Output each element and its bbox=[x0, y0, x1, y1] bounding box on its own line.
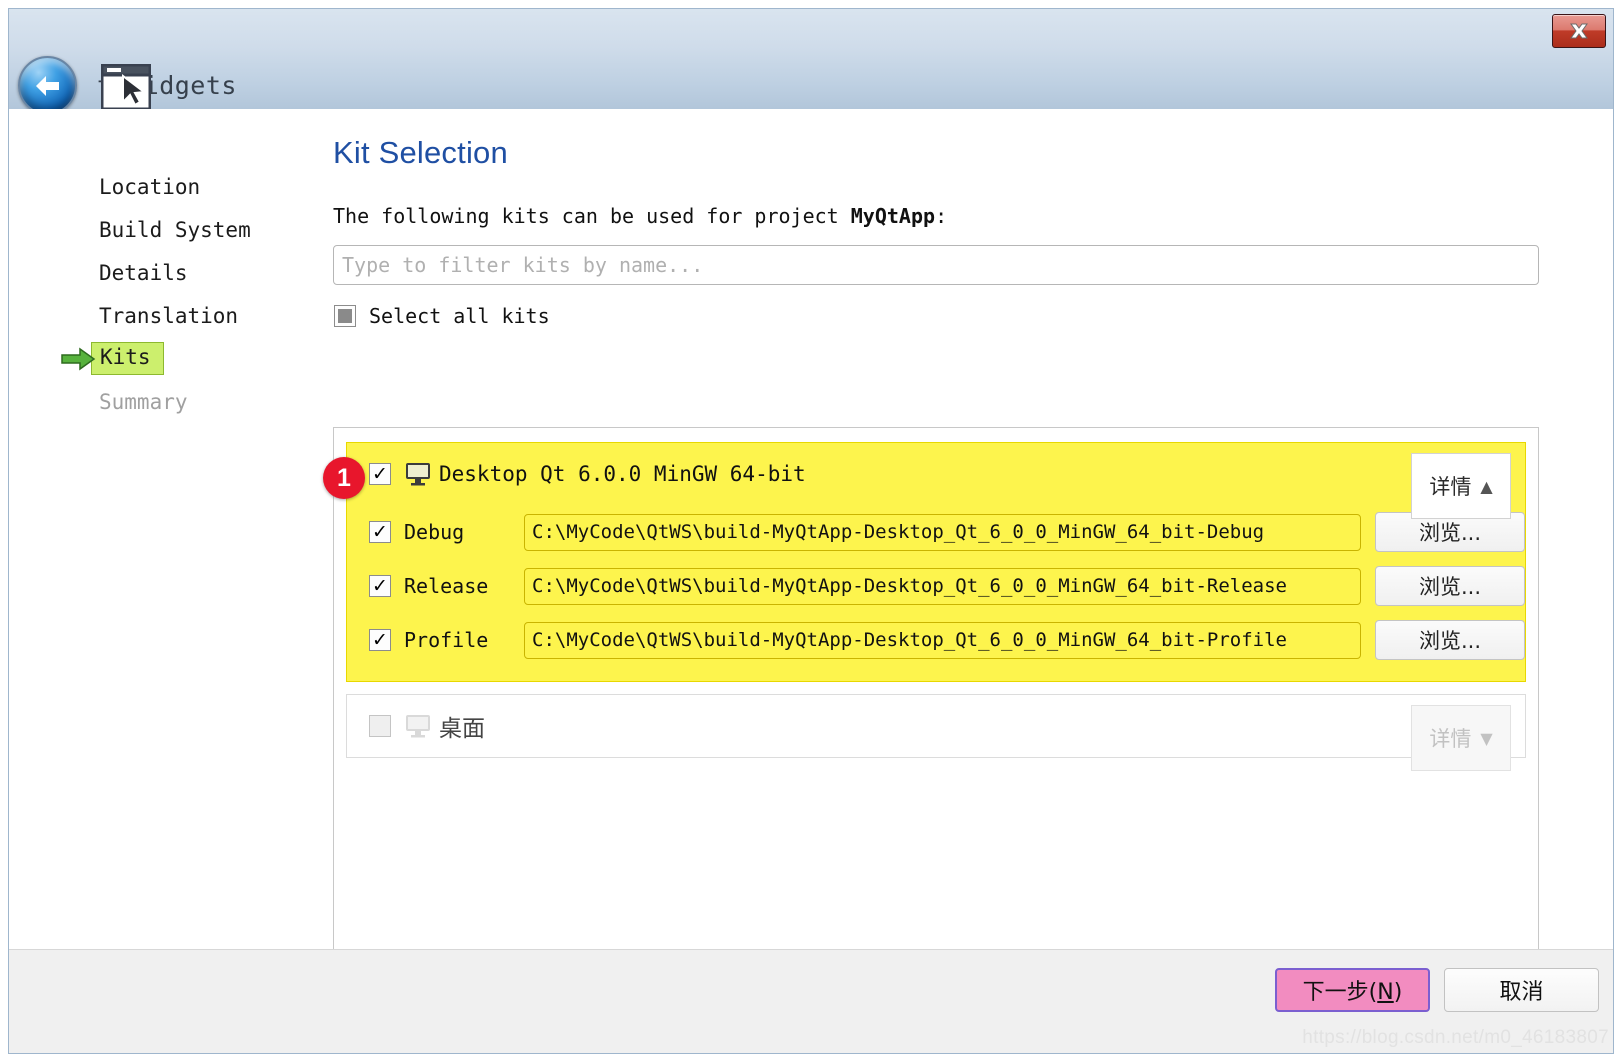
intro-project-name: MyQtApp bbox=[850, 204, 936, 228]
config-label-profile: Profile bbox=[404, 628, 489, 652]
sidebar-item-label: Kits bbox=[91, 342, 164, 375]
kit-details-toggle-button[interactable]: 详情 ▼ bbox=[1411, 705, 1511, 771]
config-path-input-release[interactable] bbox=[524, 567, 1361, 605]
sidebar-item-label: Translation bbox=[99, 303, 239, 328]
sidebar-item-summary: Summary bbox=[47, 380, 297, 423]
kit-checkbox[interactable]: ✓ bbox=[369, 463, 391, 485]
intro-suffix: : bbox=[935, 204, 948, 228]
intro-prefix: The following kits can be used for proje… bbox=[333, 204, 851, 228]
window-cursor-icon bbox=[101, 64, 151, 110]
config-checkbox-release[interactable]: ✓ bbox=[369, 575, 391, 597]
green-right-arrow-icon bbox=[61, 347, 96, 370]
select-all-kits-checkbox[interactable] bbox=[334, 305, 356, 327]
monitor-icon bbox=[406, 715, 430, 738]
browse-button-profile[interactable]: 浏览... bbox=[1375, 620, 1525, 660]
kit-header[interactable]: ✓ Desktop Qt 6.0.0 MinGW 64-bit bbox=[347, 443, 1525, 505]
page-title: Kit Selection bbox=[333, 135, 508, 170]
kit-card-desktop-qt600[interactable]: 1 ✓ Desktop Qt 6.0.0 MinGW 64-bit 详情 ▲ ✓… bbox=[323, 442, 1526, 682]
kit-name: 桌面 bbox=[439, 716, 485, 742]
sidebar-item-label: Location bbox=[99, 174, 201, 199]
config-row-debug: ✓ Debug 浏览... bbox=[347, 505, 1525, 559]
select-all-kits-row[interactable]: Select all kits bbox=[334, 304, 550, 328]
next-label-suffix: ) bbox=[1393, 980, 1403, 1005]
config-path-input-debug[interactable] bbox=[524, 513, 1361, 551]
config-checkbox-profile[interactable]: ✓ bbox=[369, 629, 391, 651]
intro-text: The following kits can be used for proje… bbox=[333, 204, 1597, 228]
kit-filter-input[interactable] bbox=[333, 245, 1539, 285]
sidebar-item-label: Build System bbox=[99, 217, 251, 242]
sidebar-item-translation[interactable]: Translation bbox=[47, 294, 297, 337]
config-row-profile: ✓ Profile 浏览... bbox=[347, 613, 1525, 667]
chevron-up-icon: ▲ bbox=[1480, 476, 1493, 496]
footer-button-group: 下一步(N) 取消 bbox=[1275, 968, 1599, 1012]
watermark-text: https://blog.csdn.net/m0_46183807 bbox=[1302, 1027, 1609, 1048]
select-all-kits-label: Select all kits bbox=[369, 304, 550, 328]
back-button[interactable] bbox=[18, 56, 77, 115]
sidebar-item-location[interactable]: Location bbox=[47, 165, 297, 208]
sidebar-item-details[interactable]: Details bbox=[47, 251, 297, 294]
kit-selection-pane: Kit Selection The following kits can be … bbox=[323, 127, 1597, 977]
next-accel-key: N bbox=[1377, 980, 1394, 1005]
config-checkbox-debug[interactable]: ✓ bbox=[369, 521, 391, 543]
kit-checkbox[interactable] bbox=[369, 715, 391, 737]
kit-list: 1 ✓ Desktop Qt 6.0.0 MinGW 64-bit 详情 ▲ ✓… bbox=[323, 427, 1539, 977]
kit-details-label: 详情 bbox=[1429, 727, 1472, 751]
kit-build-configs: ✓ Debug 浏览... ✓ Releas bbox=[347, 505, 1525, 681]
config-label-debug: Debug bbox=[404, 520, 465, 544]
next-button[interactable]: 下一步(N) bbox=[1275, 968, 1430, 1012]
close-button[interactable] bbox=[1552, 14, 1606, 48]
config-label-release: Release bbox=[404, 574, 489, 598]
annotation-badge-1: 1 bbox=[323, 457, 365, 499]
browse-button-release[interactable]: 浏览... bbox=[1375, 566, 1525, 606]
config-path-input-profile[interactable] bbox=[524, 621, 1361, 659]
title-bar: t Widgets bbox=[9, 9, 1613, 115]
sidebar-item-kits[interactable]: Kits bbox=[47, 337, 297, 380]
kit-details-toggle-button[interactable]: 详情 ▲ bbox=[1411, 453, 1511, 519]
kit-details-label: 详情 bbox=[1429, 475, 1472, 499]
sidebar-item-build-system[interactable]: Build System bbox=[47, 208, 297, 251]
back-arrow-icon bbox=[35, 75, 59, 96]
next-label-prefix: 下一步( bbox=[1302, 980, 1378, 1005]
sidebar-item-label: Summary bbox=[99, 389, 188, 414]
wizard-steps-nav: Location Build System Details Translatio… bbox=[47, 165, 297, 423]
chevron-down-icon: ▼ bbox=[1480, 728, 1493, 748]
wizard-window: t Widgets Location Build System Details bbox=[8, 8, 1614, 1054]
kit-header[interactable]: 桌面 bbox=[347, 695, 1525, 757]
cancel-button[interactable]: 取消 bbox=[1444, 968, 1599, 1012]
close-x-icon bbox=[1570, 23, 1588, 39]
wizard-footer: 下一步(N) 取消 https://blog.csdn.net/m0_46183… bbox=[9, 949, 1613, 1053]
sidebar-item-label: Details bbox=[99, 260, 188, 285]
kit-card-desktop[interactable]: 桌面 详情 ▼ bbox=[346, 694, 1526, 771]
wizard-content: Location Build System Details Translatio… bbox=[9, 109, 1613, 977]
kit-name: Desktop Qt 6.0.0 MinGW 64-bit bbox=[439, 462, 806, 486]
monitor-icon bbox=[406, 463, 430, 486]
config-row-release: ✓ Release 浏览... bbox=[347, 559, 1525, 613]
